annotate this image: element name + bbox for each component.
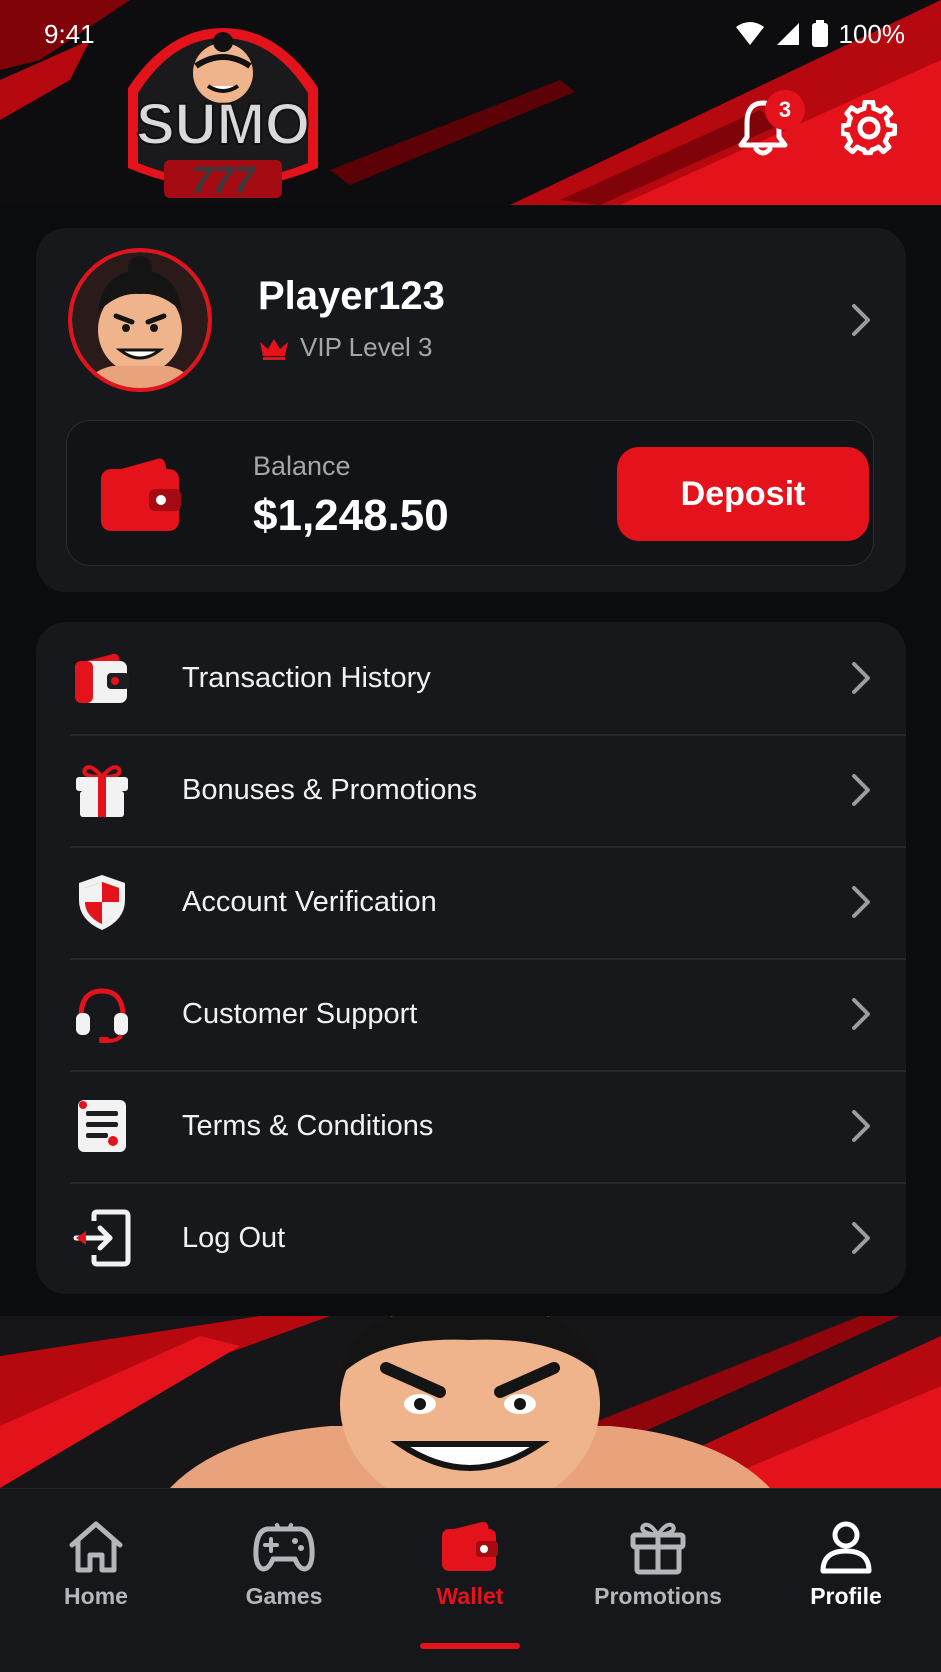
menu-item-label: Log Out [182,1221,286,1254]
nav-label: Profile [810,1583,882,1609]
account-menu: Transaction History Bonuses & Promotions [36,622,906,1294]
profile-card[interactable]: Player123 VIP Level 3 Balance $1,248.50 … [36,228,906,592]
bottom-navigation: Home Games Wallet Promotions Profile [0,1488,941,1672]
wallet-icon [70,646,134,710]
wallet-icon [442,1521,498,1571]
nav-wallet[interactable]: Wallet [376,1519,564,1649]
status-time: 9:41 [44,18,95,49]
vip-level: VIP Level 3 [258,332,433,363]
menu-item-label: Account Verification [182,885,437,918]
nav-label: Games [245,1583,323,1609]
battery-icon [811,20,828,47]
menu-item-label: Bonuses & Promotions [182,773,477,806]
chevron-right-icon [850,302,872,343]
battery-percent: 100% [838,18,906,49]
menu-item-customer-support[interactable]: Customer Support [36,958,906,1070]
nav-label: Home [64,1583,128,1609]
menu-item-terms-conditions[interactable]: Terms & Conditions [36,1070,906,1182]
nav-home[interactable]: Home [2,1519,190,1649]
menu-item-label: Terms & Conditions [182,1109,434,1142]
status-bar: 9:41 100% [0,14,941,54]
app-header: 9:41 100% SUMO 777 3 [0,0,941,205]
header-actions: 3 [731,90,901,160]
nav-label: Promotions [594,1583,722,1609]
nav-label: Wallet [436,1583,504,1609]
notifications-button[interactable]: 3 [731,90,805,160]
menu-item-bonuses-promotions[interactable]: Bonuses & Promotions [36,734,906,846]
status-icons: 100% [735,18,906,50]
gift-icon [70,758,134,822]
gamepad-icon [253,1523,315,1572]
menu-item-label: Customer Support [182,997,418,1030]
chevron-right-icon [852,886,870,918]
wallet-icon [99,455,183,538]
username: Player123 [258,274,445,318]
nav-games[interactable]: Games [190,1519,378,1649]
logout-icon [70,1206,134,1270]
chevron-right-icon [852,774,870,806]
notification-badge: 3 [765,90,805,130]
logo-number: 777 [191,160,256,202]
menu-item-label: Transaction History [182,661,431,694]
nav-promotions[interactable]: Promotions [564,1519,752,1649]
chevron-right-icon [852,998,870,1030]
settings-button[interactable] [837,96,901,160]
user-icon [820,1521,872,1574]
signal-icon [776,23,799,45]
deposit-button[interactable]: Deposit [617,447,869,541]
sumo-banner [0,1316,941,1488]
menu-item-log-out[interactable]: Log Out [36,1182,906,1294]
chevron-right-icon [852,662,870,694]
gear-icon [841,100,897,156]
chevron-right-icon [852,1110,870,1142]
gift-icon [630,1522,686,1575]
shield-icon [70,870,134,934]
menu-item-transaction-history[interactable]: Transaction History [36,622,906,734]
balance-label: Balance [253,451,351,481]
menu-item-account-verification[interactable]: Account Verification [36,846,906,958]
document-icon [70,1094,134,1158]
headset-icon [70,982,134,1046]
avatar[interactable] [68,248,212,392]
nav-profile[interactable]: Profile [752,1519,940,1649]
wifi-icon [735,22,764,45]
home-icon [69,1521,123,1573]
chevron-right-icon [852,1222,870,1254]
logo-text: SUMO [136,92,310,157]
balance-amount: $1,248.50 [253,491,449,540]
vip-level-text: VIP Level 3 [300,332,433,362]
active-tab-indicator [420,1643,520,1649]
crown-icon [260,338,288,360]
balance-panel: Balance $1,248.50 Deposit [66,420,874,566]
